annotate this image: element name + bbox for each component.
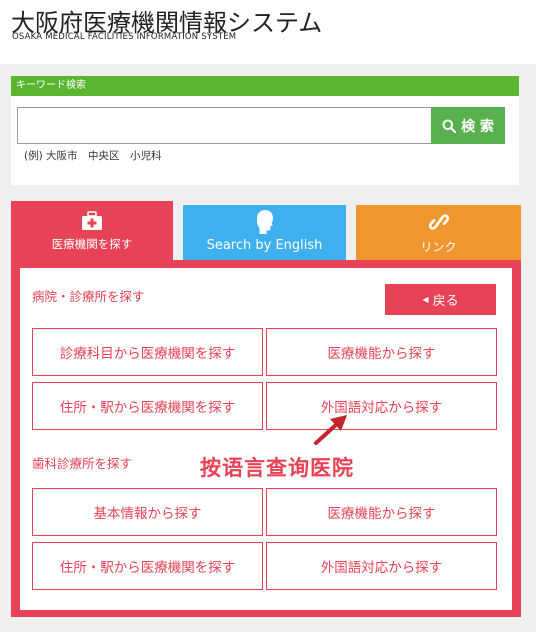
hospital-by-address-button[interactable]: 住所・駅から医療機関を探す	[32, 382, 263, 430]
search-panel-content: 病院・診療所を探す ◀ 戻る 診療科目から医療機関を探す 医療機能から探す 住所…	[20, 268, 512, 610]
keyword-search-input[interactable]	[17, 107, 433, 144]
tab-find-medical-institution[interactable]: 医療機関を探す	[11, 201, 173, 263]
tab-search-by-english-label: Search by English	[206, 238, 323, 253]
person-head-icon	[256, 210, 273, 234]
dental-by-function-button[interactable]: 医療機能から探す	[266, 488, 497, 536]
caret-left-icon: ◀	[422, 295, 429, 304]
search-icon	[442, 119, 457, 133]
keyword-search-box: キーワード検索 検 索 (例) 大阪市 中央区 小児科	[11, 76, 519, 185]
search-button[interactable]: 検 索	[431, 107, 505, 144]
dental-section-title: 歯科診療所を探す	[32, 456, 133, 471]
site-subtitle: OSAKA MEDICAL FACILITIES INFORMATION SYS…	[12, 32, 237, 42]
hospital-section-title: 病院・診療所を探す	[32, 289, 145, 304]
dental-by-language-button[interactable]: 外国語対応から探す	[266, 542, 497, 590]
hospital-by-language-button[interactable]: 外国語対応から探す	[266, 382, 497, 430]
hospital-by-function-button[interactable]: 医療機能から探す	[266, 328, 497, 376]
search-example-text: (例) 大阪市 中央区 小児科	[24, 150, 162, 162]
annotation-label: 按语言查询医院	[200, 456, 354, 480]
link-icon	[428, 214, 449, 230]
hospital-by-department-button[interactable]: 診療科目から医療機関を探す	[32, 328, 263, 376]
tab-links[interactable]: リンク	[356, 205, 521, 263]
site-header: 大阪府医療機関情報システム OSAKA MEDICAL FACILITIES I…	[0, 0, 536, 64]
search-button-label: 検 索	[461, 118, 494, 135]
search-panel: 病院・診療所を探す ◀ 戻る 診療科目から医療機関を探す 医療機能から探す 住所…	[11, 260, 521, 617]
keyword-search-heading: キーワード検索	[11, 76, 519, 96]
annotation-arrow-icon	[314, 415, 347, 445]
dental-by-basic-info-button[interactable]: 基本情報から探す	[32, 488, 263, 536]
back-button-label: 戻る	[432, 294, 459, 309]
dental-by-address-button[interactable]: 住所・駅から医療機関を探す	[32, 542, 263, 590]
tab-find-medical-institution-label: 医療機関を探す	[51, 237, 133, 251]
tab-links-label: リンク	[420, 240, 457, 254]
back-button[interactable]: ◀ 戻る	[385, 284, 496, 315]
tab-bar: 医療機関を探す Search by English リンク	[11, 201, 521, 263]
first-aid-kit-icon	[82, 211, 102, 230]
tab-search-by-english[interactable]: Search by English	[183, 205, 346, 263]
